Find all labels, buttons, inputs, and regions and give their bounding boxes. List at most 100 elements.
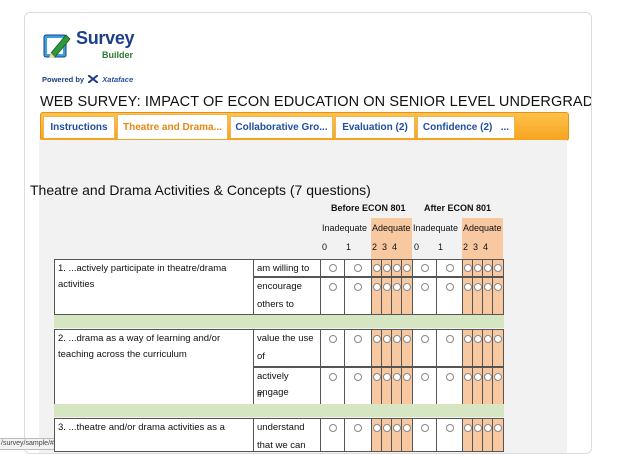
rating-radio-after-2[interactable] — [464, 264, 472, 272]
question-cell-3: 3. ...theatre and/or drama activities as… — [54, 418, 254, 452]
rating-radio-after-1[interactable] — [446, 283, 454, 291]
logo-title: Survey — [76, 28, 135, 48]
rating-radio-before-3[interactable] — [383, 335, 391, 343]
rating-radio-before-3[interactable] — [383, 283, 391, 291]
rating-radio-before-3[interactable] — [383, 373, 391, 381]
rating-radio-after-0[interactable] — [494, 283, 502, 291]
tab-instructions[interactable]: Instructions — [43, 116, 115, 138]
group-after-header: After ECON 801 — [424, 203, 492, 213]
rating-radio-after-2[interactable] — [464, 283, 472, 291]
scale-label-after-0: 0 — [414, 242, 420, 252]
powered-by-label: Powered by — [42, 75, 85, 84]
rating-radio-after-1[interactable] — [446, 373, 454, 381]
rating-cell — [320, 367, 345, 405]
rating-radio-after-1[interactable] — [446, 264, 454, 272]
rating-radio-before-2[interactable] — [373, 264, 381, 272]
rating-radio-before-2[interactable] — [373, 283, 381, 291]
rating-radio-before-1[interactable] — [354, 373, 362, 381]
rating-radio-after-0[interactable] — [421, 264, 429, 272]
rating-radio-after-4[interactable] — [484, 424, 492, 432]
rating-cell — [436, 329, 463, 367]
rating-radio-before-1[interactable] — [354, 424, 362, 432]
statement-text: actively engage — [257, 371, 289, 398]
rating-radio-after-0[interactable] — [421, 424, 429, 432]
rating-radio-before-0[interactable] — [403, 373, 411, 381]
tab-theatre-and-drama[interactable]: Theatre and Drama... — [117, 114, 228, 139]
rating-cell — [492, 329, 504, 367]
rating-radio-after-3[interactable] — [474, 264, 482, 272]
rating-radio-before-0[interactable] — [403, 424, 411, 432]
rating-radio-before-4[interactable] — [393, 283, 401, 291]
rating-radio-after-3[interactable] — [474, 373, 482, 381]
rating-radio-before-3[interactable] — [383, 424, 391, 432]
rating-radio-before-1[interactable] — [354, 264, 362, 272]
question-cell-2: 2. ...drama as a way of learning and/or t… — [54, 329, 254, 405]
rating-radio-before-0[interactable] — [403, 335, 411, 343]
scale-label-after-2: 2 — [463, 242, 469, 252]
rating-radio-before-0[interactable] — [403, 264, 411, 272]
statement-cell: actively engage in — [253, 367, 321, 405]
rating-radio-before-1[interactable] — [354, 283, 362, 291]
rating-cell — [436, 277, 463, 315]
rating-cell — [492, 277, 504, 315]
scale-label-before-2: 2 — [372, 242, 378, 252]
logo-subtitle: Builder — [102, 50, 134, 60]
rating-radio-before-0[interactable] — [329, 373, 337, 381]
rating-radio-before-3[interactable] — [383, 264, 391, 272]
rating-radio-after-2[interactable] — [464, 335, 472, 343]
rating-radio-after-3[interactable] — [474, 424, 482, 432]
rating-cell — [412, 277, 437, 315]
rating-radio-before-4[interactable] — [393, 373, 401, 381]
page-title: WEB SURVEY: IMPACT OF ECON EDUCATION ON … — [40, 94, 592, 110]
rating-radio-after-1[interactable] — [446, 424, 454, 432]
scale-label-before-1: 1 — [346, 242, 352, 252]
rating-radio-after-4[interactable] — [484, 264, 492, 272]
statement-text: of — [257, 351, 265, 362]
tab-confidence[interactable]: Confidence (2) ... — [417, 116, 515, 138]
rating-radio-after-4[interactable] — [484, 283, 492, 291]
rating-radio-before-0[interactable] — [329, 335, 337, 343]
rating-radio-before-2[interactable] — [373, 335, 381, 343]
rating-radio-before-2[interactable] — [373, 373, 381, 381]
question-text-line2: activities — [58, 279, 95, 290]
powered-by: Powered by Xataface — [42, 75, 133, 84]
rating-radio-before-4[interactable] — [393, 424, 401, 432]
scale-label-before-0: 0 — [322, 242, 328, 252]
rating-radio-before-2[interactable] — [373, 424, 381, 432]
rating-radio-after-2[interactable] — [464, 373, 472, 381]
rating-cell — [492, 367, 504, 405]
rating-radio-after-0[interactable] — [421, 335, 429, 343]
rating-radio-after-2[interactable] — [464, 424, 472, 432]
statement-cell: understand that we can — [253, 418, 321, 452]
statement-text: others to — [257, 299, 294, 310]
rating-radio-before-4[interactable] — [393, 335, 401, 343]
question-text-line1: 1. ...actively participate in theatre/dr… — [58, 263, 227, 274]
rating-radio-after-4[interactable] — [484, 335, 492, 343]
tab-collaborative-groups[interactable]: Collaborative Gro... — [230, 116, 333, 138]
statement-cell: value the use of — [253, 329, 321, 367]
tab-evaluation[interactable]: Evaluation (2) — [335, 116, 415, 138]
rating-cell — [320, 277, 345, 315]
rating-radio-after-0[interactable] — [494, 424, 502, 432]
rating-radio-after-1[interactable] — [446, 335, 454, 343]
rating-radio-before-1[interactable] — [354, 335, 362, 343]
after-inadequate-label: Inadequate — [413, 223, 459, 233]
before-inadequate-label: Inadequate — [322, 223, 368, 233]
rating-radio-before-0[interactable] — [329, 424, 337, 432]
rating-radio-before-4[interactable] — [393, 264, 401, 272]
rating-radio-after-0[interactable] — [421, 283, 429, 291]
rating-radio-after-4[interactable] — [484, 373, 492, 381]
scale-label-before-4: 4 — [392, 242, 398, 252]
rating-radio-after-3[interactable] — [474, 283, 482, 291]
after-adequate-label: Adequate — [463, 223, 502, 233]
rating-radio-after-0[interactable] — [494, 264, 502, 272]
rating-radio-before-0[interactable] — [329, 283, 337, 291]
rating-radio-after-3[interactable] — [474, 335, 482, 343]
rating-radio-after-0[interactable] — [494, 335, 502, 343]
rating-radio-after-0[interactable] — [494, 373, 502, 381]
rating-radio-before-0[interactable] — [329, 264, 337, 272]
rating-cell — [436, 259, 463, 277]
survey-builder-logo[interactable]: Survey Builder Powered by Xataface — [42, 25, 152, 89]
rating-radio-after-0[interactable] — [421, 373, 429, 381]
rating-radio-before-0[interactable] — [403, 283, 411, 291]
